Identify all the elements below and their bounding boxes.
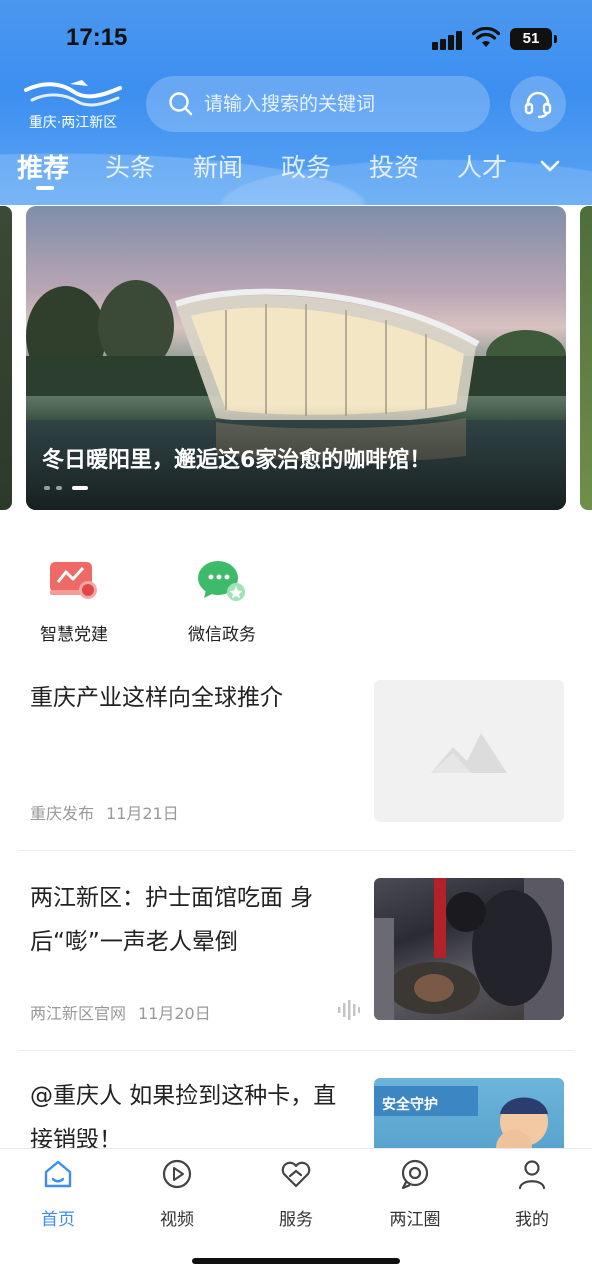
carousel-next-peek[interactable]: [580, 206, 592, 510]
tab-investment[interactable]: 投资: [369, 148, 419, 184]
cellular-signal-icon: [432, 30, 464, 50]
news-title: 两江新区：护士面馆吃面 身后“嘭”一声老人晕倒: [30, 885, 314, 955]
shortcut-wechat-government[interactable]: 微信政务: [162, 556, 282, 645]
news-source: 重庆发布: [30, 804, 95, 823]
customer-service-button[interactable]: [510, 76, 566, 132]
news-item[interactable]: @重庆人 如果捡到这种卡，直接销毁！ 安全守护: [18, 1074, 574, 1148]
news-meta: 重庆发布 11月21日: [30, 800, 179, 824]
category-tabs: 推荐 头条 新闻 政务 投资 人才: [0, 144, 592, 194]
nav-label: 两江圈: [389, 1210, 441, 1230]
logo-text: 重庆·两江新区: [28, 115, 118, 131]
nav-label: 首页: [41, 1210, 75, 1230]
home-icon: [44, 1160, 72, 1188]
search-icon: [169, 92, 193, 116]
wifi-icon: [472, 27, 500, 47]
service-icon: [281, 1161, 311, 1188]
news-date: 11月20日: [138, 1004, 211, 1023]
tab-government[interactable]: 政务: [281, 148, 331, 184]
search-input[interactable]: [204, 93, 474, 115]
tab-talent[interactable]: 人才: [457, 148, 507, 184]
shortcut-label: 微信政务: [188, 625, 256, 645]
banner-caption: 冬日暖阳里，邂逅这6家治愈的咖啡馆！: [42, 448, 432, 473]
search-bar[interactable]: [146, 76, 490, 132]
tab-headlines[interactable]: 头条: [105, 148, 155, 184]
audio-wave-icon[interactable]: [338, 1000, 360, 1020]
tab-news[interactable]: 新闻: [193, 148, 243, 184]
wechat-icon: [194, 556, 250, 606]
nav-label: 我的: [515, 1210, 549, 1230]
placeholder-image-icon: [431, 733, 507, 773]
news-meta: 两江新区官网 11月20日: [30, 1000, 211, 1024]
shortcut-party-building[interactable]: 智慧党建: [14, 556, 134, 645]
video-icon: [162, 1159, 192, 1189]
nav-label: 服务: [279, 1210, 313, 1230]
logo-wave-icon: [24, 80, 122, 107]
nav-home[interactable]: 首页: [10, 1157, 106, 1230]
tab-recommend[interactable]: 推荐: [17, 148, 69, 185]
news-title: 重庆产业这样向全球推介: [30, 685, 283, 711]
carousel-dot: [56, 486, 62, 490]
carousel-dot-active: [72, 486, 88, 490]
nav-liangjiang-circle[interactable]: 两江圈: [367, 1157, 463, 1230]
status-time: 17:15: [66, 24, 128, 51]
nav-label: 视频: [160, 1210, 194, 1230]
headset-icon: [524, 91, 552, 119]
shortcut-label: 智慧党建: [40, 625, 108, 645]
app-logo[interactable]: 重庆·两江新区: [22, 80, 124, 131]
nav-video[interactable]: 视频: [129, 1157, 225, 1230]
nav-service[interactable]: 服务: [248, 1157, 344, 1230]
news-thumbnail: 安全守护: [374, 1078, 564, 1148]
divider: [18, 1050, 574, 1051]
carousel-prev-peek[interactable]: [0, 206, 12, 510]
news-item[interactable]: 重庆产业这样向全球推介 重庆发布 11月21日: [18, 674, 574, 844]
chevron-down-icon[interactable]: [538, 154, 562, 178]
active-tab-indicator: [36, 186, 54, 190]
status-bar: 17:15 51: [0, 0, 592, 76]
circle-icon: [401, 1159, 429, 1190]
news-source: 两江新区官网: [30, 1004, 127, 1023]
news-date: 11月21日: [106, 804, 179, 823]
news-title: @重庆人 如果捡到这种卡，直接销毁！: [30, 1083, 337, 1148]
nav-profile[interactable]: 我的: [484, 1157, 580, 1230]
carousel-dot: [44, 486, 50, 490]
banner-carousel[interactable]: 冬日暖阳里，邂逅这6家治愈的咖啡馆！: [26, 206, 566, 510]
news-thumbnail: [374, 878, 564, 1020]
battery-icon: 51: [510, 28, 557, 50]
profile-icon: [518, 1160, 546, 1190]
news-item[interactable]: 两江新区：护士面馆吃面 身后“嘭”一声老人晕倒 两江新区官网 11月20日: [18, 876, 574, 1046]
home-indicator[interactable]: [192, 1258, 400, 1264]
news-thumbnail: [374, 680, 564, 822]
divider: [18, 850, 574, 851]
thumbnail-text: 安全守护: [382, 1097, 438, 1113]
party-building-icon: [46, 556, 102, 606]
